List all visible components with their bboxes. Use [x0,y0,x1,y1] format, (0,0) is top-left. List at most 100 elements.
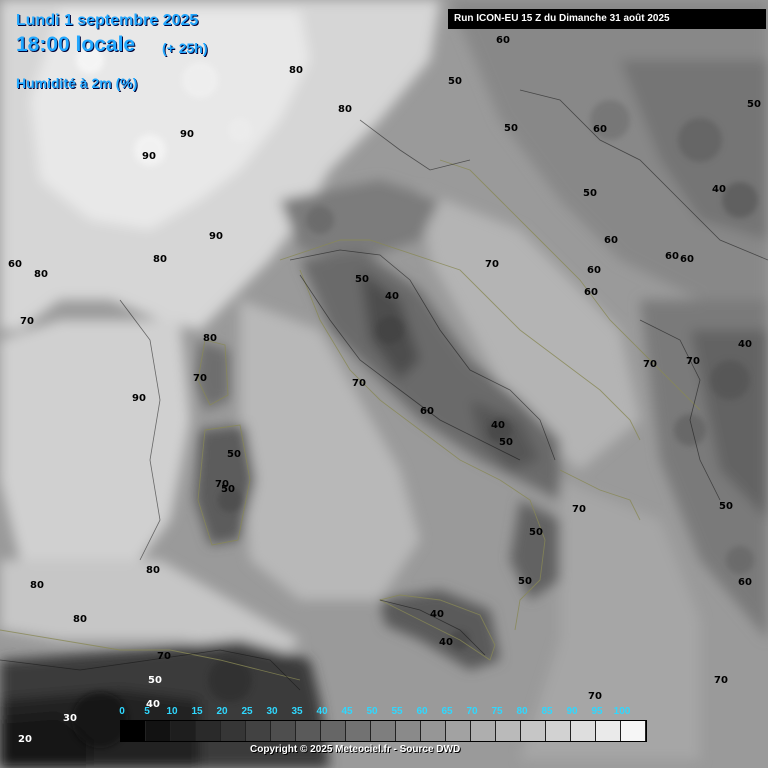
legend-label: 40 [316,706,328,717]
legend-swatch [621,721,646,741]
contour-label: 80 [289,65,303,76]
contour-label: 70 [588,691,602,702]
legend-label: 75 [491,706,503,717]
legend-label: 50 [366,706,378,717]
contour-label: 80 [73,614,87,625]
legend-swatch [221,721,246,741]
legend-swatch [496,721,521,741]
contour-label: 40 [712,184,726,195]
contour-label: 60 [680,254,694,265]
contour-label: 70 [193,373,207,384]
contour-label: 60 [420,406,434,417]
legend-swatch [371,721,396,741]
contour-label: 50 [719,501,733,512]
contour-label: 50 [355,274,369,285]
contour-label: 70 [714,675,728,686]
forecast-lead-time: (+ 25h) [162,40,208,56]
contour-label: 50 [529,527,543,538]
legend-swatch [596,721,621,741]
contour-label: 50 [221,484,235,495]
legend-label: 20 [216,706,228,717]
contour-label: 40 [430,609,444,620]
legend-label: 45 [341,706,353,717]
legend-label: 30 [266,706,278,717]
legend-label: 80 [516,706,528,717]
contour-label: 50 [227,449,241,460]
contour-label: 80 [203,333,217,344]
contour-label: 50 [583,188,597,199]
legend-swatch [321,721,346,741]
legend-label: 95 [591,706,603,717]
contour-label: 50 [504,123,518,134]
legend-swatch [296,721,321,741]
legend-swatch [396,721,421,741]
legend-label: 85 [541,706,553,717]
contour-label: 90 [132,393,146,404]
humidity-map: 60 50 50 60 80 90 90 80 90 50 40 60 60 6… [0,0,768,768]
contour-label: 60 [665,251,679,262]
legend-color-bar [120,720,647,742]
contour-label: 50 [518,576,532,587]
contour-label: 80 [338,104,352,115]
legend-swatch [446,721,471,741]
legend-label: 35 [291,706,303,717]
copyright-notice: Copyright © 2025 Meteociel.fr - Source D… [250,744,461,755]
legend-label: 65 [441,706,453,717]
legend-label: 15 [191,706,203,717]
legend-label: 90 [566,706,578,717]
legend-label: 55 [391,706,403,717]
parameter-title: Humidité à 2m (%) [16,75,138,91]
contour-label: 50 [448,76,462,87]
legend-swatch [121,721,146,741]
legend-labels: 0 5 10 15 20 25 30 35 40 45 50 55 60 65 70 75 80 85 90 95 10… [119,706,650,720]
legend-label: 100 [613,706,631,717]
contour-label: 80 [34,269,48,280]
contour-label: 70 [20,316,34,327]
contour-label: 90 [180,129,194,140]
contour-label: 80 [146,565,160,576]
contour-label: 40 [439,637,453,648]
contour-label: 40 [385,291,399,302]
contour-label: 40 [491,420,505,431]
forecast-map-panel: 60 50 50 60 80 90 90 80 90 50 40 60 60 6… [0,0,768,768]
contour-label: 30 [63,713,77,724]
legend-label: 0 [119,706,125,717]
legend-swatch [171,721,196,741]
contour-label: 60 [593,124,607,135]
contour-label: 70 [572,504,586,515]
contour-label: 60 [584,287,598,298]
contour-label: 70 [157,651,171,662]
legend-label: 10 [166,706,178,717]
legend-swatch [521,721,546,741]
legend-label: 60 [416,706,428,717]
contour-label: 60 [8,259,22,270]
contour-label: 60 [604,235,618,246]
contour-label: 70 [485,259,499,270]
contour-label: 40 [738,339,752,350]
forecast-time: 18:00 locale [16,33,136,56]
contour-label: 50 [148,675,162,686]
contour-label: 20 [18,734,32,745]
legend-swatch [546,721,571,741]
legend-swatch [571,721,596,741]
contour-label: 80 [30,580,44,591]
contour-label: 70 [643,359,657,370]
contour-label: 90 [209,231,223,242]
contour-label: 90 [142,151,156,162]
model-run-label: Run ICON-EU 15 Z du Dimanche 31 août 202… [448,9,766,29]
contour-label: 80 [153,254,167,265]
contour-label: 60 [587,265,601,276]
contour-label: 50 [747,99,761,110]
legend-swatch [246,721,271,741]
contour-label: 70 [686,356,700,367]
contour-label: 70 [352,378,366,389]
legend-swatch [146,721,171,741]
contour-label: 60 [496,35,510,46]
color-legend: 0 5 10 15 20 25 30 35 40 45 50 55 60 65 70 75 80 85 90 95 10… [119,706,650,742]
legend-label: 25 [241,706,253,717]
legend-swatch [196,721,221,741]
legend-swatch [471,721,496,741]
legend-label: 5 [144,706,150,717]
legend-swatch [421,721,446,741]
legend-label: 70 [466,706,478,717]
